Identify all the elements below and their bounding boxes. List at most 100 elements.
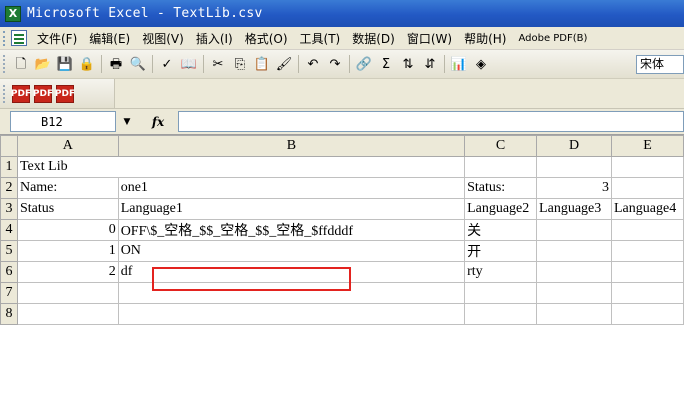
copy-icon[interactable]: ⎘ — [230, 54, 250, 74]
row-header[interactable]: 6 — [0, 261, 18, 283]
cell-e8[interactable] — [611, 303, 684, 325]
chevron-down-icon[interactable]: ▼ — [116, 111, 138, 132]
toolbar-separator — [203, 55, 204, 73]
row-header[interactable]: 5 — [0, 240, 18, 262]
cell-e5[interactable] — [611, 240, 684, 262]
cell-b4[interactable]: OFF\$_空格_$$_空格_$$_空格_$ffdddf — [117, 219, 466, 241]
cell-c4[interactable]: 关 — [464, 219, 538, 241]
cell-a5[interactable]: 1 — [16, 240, 119, 262]
cell-d8[interactable] — [536, 303, 612, 325]
save-icon[interactable]: 💾 — [55, 54, 75, 74]
select-all-corner[interactable] — [0, 135, 18, 157]
menu-help[interactable]: 帮助(H) — [458, 30, 512, 47]
cell-c8[interactable] — [464, 303, 538, 325]
cell-b1[interactable] — [117, 156, 466, 178]
column-header-a[interactable]: A — [16, 135, 119, 157]
cell-b8[interactable] — [117, 303, 466, 325]
table-row: 3 Status Language1 Language2 Language3 L… — [0, 198, 684, 220]
name-box[interactable]: B12 — [10, 111, 116, 132]
autosum-icon[interactable]: Σ — [376, 54, 396, 74]
undo-icon[interactable]: ↶ — [303, 54, 323, 74]
cell-a2[interactable]: Name: — [16, 177, 119, 199]
formula-input[interactable] — [178, 111, 684, 132]
insert-function-icon[interactable]: fx — [138, 115, 178, 129]
print-preview-icon[interactable]: 🔍 — [128, 54, 148, 74]
research-icon[interactable]: 📖 — [179, 54, 199, 74]
row-header[interactable]: 7 — [0, 282, 18, 304]
menu-data[interactable]: 数据(D) — [346, 30, 401, 47]
menu-edit[interactable]: 编辑(E) — [83, 30, 136, 47]
cell-b6[interactable]: df — [117, 261, 466, 283]
menu-tools[interactable]: 工具(T) — [294, 30, 347, 47]
permission-icon[interactable]: 🔒 — [77, 54, 97, 74]
convert-to-pdf-icon[interactable]: PDF — [11, 84, 31, 103]
menu-format[interactable]: 格式(O) — [239, 30, 294, 47]
toolbar-grip[interactable] — [3, 84, 7, 103]
paste-icon[interactable]: 📋 — [252, 54, 272, 74]
cell-a8[interactable] — [16, 303, 119, 325]
cell-e3[interactable]: Language4 — [611, 198, 684, 220]
row-header[interactable]: 1 — [0, 156, 18, 178]
cell-b7[interactable] — [117, 282, 466, 304]
row-header[interactable]: 8 — [0, 303, 18, 325]
open-icon[interactable]: 📂 — [33, 54, 53, 74]
toolbar-grip[interactable] — [3, 30, 7, 46]
convert-and-email-pdf-icon[interactable]: PDF — [33, 84, 53, 103]
cell-e2[interactable] — [611, 177, 684, 199]
column-header-b[interactable]: B — [117, 135, 466, 157]
sort-descending-icon[interactable]: ⇵ — [420, 54, 440, 74]
convert-and-review-pdf-icon[interactable]: PDF — [55, 84, 75, 103]
cell-d6[interactable] — [536, 261, 612, 283]
cell-a1[interactable]: Text Lib — [16, 156, 119, 178]
cell-c5[interactable]: 开 — [464, 240, 538, 262]
print-icon[interactable]: 🖶 — [106, 54, 126, 74]
menu-insert[interactable]: 插入(I) — [190, 30, 239, 47]
cell-d2[interactable]: 3 — [536, 177, 612, 199]
cell-a7[interactable] — [16, 282, 119, 304]
cell-d5[interactable] — [536, 240, 612, 262]
column-header-d[interactable]: D — [536, 135, 612, 157]
menu-view[interactable]: 视图(V) — [136, 30, 190, 47]
menu-adobe-pdf[interactable]: Adobe PDF(B) — [512, 33, 593, 44]
column-header-c[interactable]: C — [464, 135, 538, 157]
cell-e4[interactable] — [611, 219, 684, 241]
column-header-e[interactable]: E — [611, 135, 684, 157]
cell-d1[interactable] — [536, 156, 612, 178]
row-header[interactable]: 4 — [0, 219, 18, 241]
cell-c7[interactable] — [464, 282, 538, 304]
cell-d4[interactable] — [536, 219, 612, 241]
sort-ascending-icon[interactable]: ⇅ — [398, 54, 418, 74]
cell-a4[interactable]: 0 — [16, 219, 119, 241]
spelling-icon[interactable]: ✓ — [157, 54, 177, 74]
cut-icon[interactable]: ✂ — [208, 54, 228, 74]
cell-b5[interactable]: ON — [117, 240, 466, 262]
cell-d3[interactable]: Language3 — [536, 198, 612, 220]
hyperlink-icon[interactable]: 🔗 — [354, 54, 374, 74]
toolbar-grip[interactable] — [3, 55, 7, 73]
cell-b3[interactable]: Language1 — [117, 198, 466, 220]
font-name-select[interactable]: 宋体 — [636, 54, 684, 74]
menu-window[interactable]: 窗口(W) — [401, 30, 458, 47]
row-header[interactable]: 3 — [0, 198, 18, 220]
menu-file[interactable]: 文件(F) — [31, 30, 83, 47]
excel-icon[interactable]: X — [5, 5, 21, 22]
chart-wizard-icon[interactable]: 📊 — [449, 54, 469, 74]
cell-d7[interactable] — [536, 282, 612, 304]
cell-b2[interactable]: one1 — [117, 177, 466, 199]
new-icon[interactable]: 🗋 — [11, 54, 31, 74]
cell-c2[interactable]: Status: — [464, 177, 538, 199]
cell-c6[interactable]: rty — [464, 261, 538, 283]
format-painter-icon[interactable]: 🖌 — [274, 54, 294, 74]
drawing-icon[interactable]: ◈ — [471, 54, 491, 74]
menu-bar: 文件(F) 编辑(E) 视图(V) 插入(I) 格式(O) 工具(T) 数据(D… — [0, 27, 684, 50]
row-header[interactable]: 2 — [0, 177, 18, 199]
redo-icon[interactable]: ↷ — [325, 54, 345, 74]
cell-e6[interactable] — [611, 261, 684, 283]
cell-c3[interactable]: Language2 — [464, 198, 538, 220]
cell-c1[interactable] — [464, 156, 538, 178]
cell-a6[interactable]: 2 — [16, 261, 119, 283]
document-icon[interactable] — [11, 30, 27, 46]
cell-e7[interactable] — [611, 282, 684, 304]
cell-e1[interactable] — [611, 156, 684, 178]
cell-a3[interactable]: Status — [16, 198, 119, 220]
